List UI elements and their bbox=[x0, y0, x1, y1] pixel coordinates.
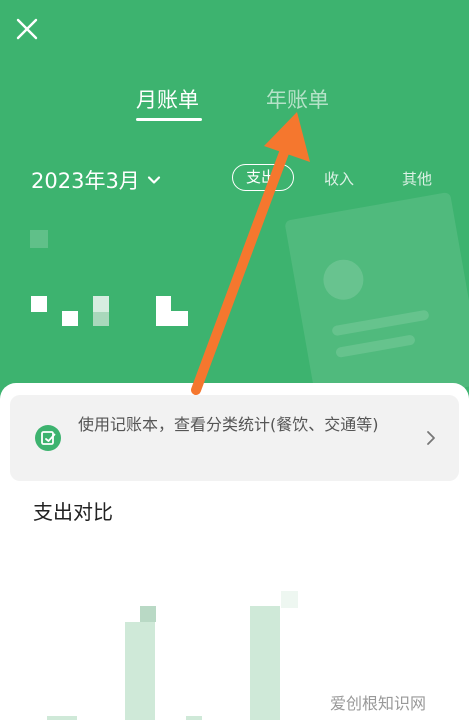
close-icon bbox=[16, 18, 38, 40]
bill-illustration bbox=[284, 191, 469, 400]
chevron-right-icon bbox=[427, 431, 435, 445]
tab-monthly-bill[interactable]: 月账单 bbox=[136, 84, 199, 114]
watermark-text: 爱创根知识网 bbox=[330, 694, 427, 713]
filter-income-chip[interactable]: 收入 bbox=[324, 168, 354, 189]
obscured-amount bbox=[62, 311, 78, 326]
month-label: 2023年3月 bbox=[31, 169, 140, 193]
bill-header: 月账单 年账单 2023年3月 支出 收入 其他 bbox=[0, 0, 469, 400]
comparison-bar bbox=[186, 716, 202, 720]
ledger-tip-banner[interactable]: 使用记账本，查看分类统计(餐饮、交通等) bbox=[10, 395, 459, 481]
ledger-edit-icon bbox=[35, 425, 61, 451]
chevron-down-icon bbox=[147, 176, 160, 184]
obscured-amount bbox=[156, 296, 171, 326]
filter-other-chip[interactable]: 其他 bbox=[402, 168, 432, 189]
obscured-amount bbox=[30, 230, 48, 248]
obscured-amount bbox=[171, 311, 188, 326]
close-button[interactable] bbox=[12, 14, 42, 44]
filter-expense-chip[interactable]: 支出 bbox=[232, 164, 294, 191]
obscured-amount bbox=[93, 296, 109, 312]
month-selector[interactable]: 2023年3月 bbox=[31, 165, 162, 195]
obscured-amount bbox=[93, 312, 109, 326]
obscured-amount bbox=[31, 296, 47, 312]
active-tab-indicator bbox=[136, 118, 202, 121]
comparison-bar bbox=[47, 716, 77, 720]
comparison-bar bbox=[125, 622, 155, 720]
tip-text: 使用记账本，查看分类统计(餐饮、交通等) bbox=[78, 415, 379, 434]
comparison-bar bbox=[140, 606, 156, 622]
tab-yearly-bill[interactable]: 年账单 bbox=[266, 84, 329, 114]
comparison-bar bbox=[281, 591, 298, 608]
comparison-bar bbox=[250, 606, 280, 720]
expense-comparison-title: 支出对比 bbox=[33, 500, 113, 524]
